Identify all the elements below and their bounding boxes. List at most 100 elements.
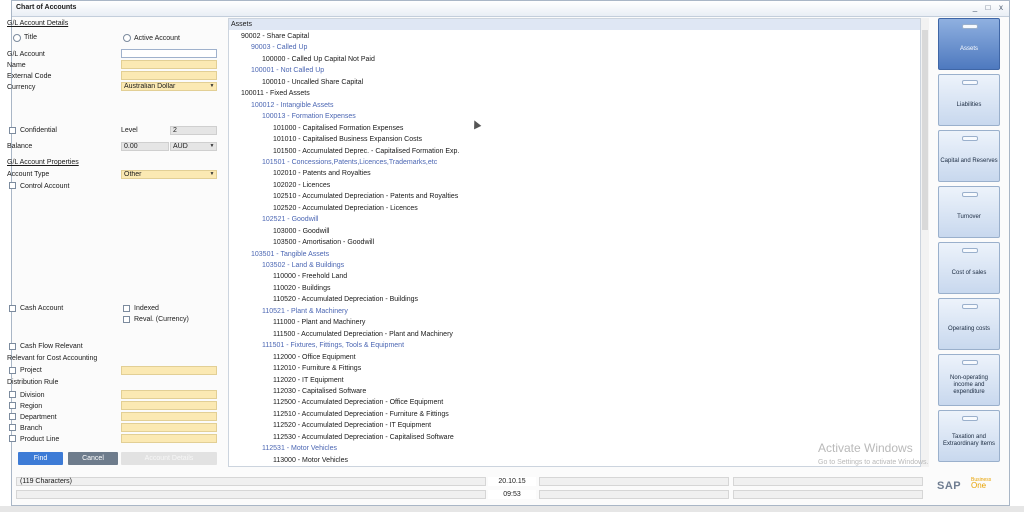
tree-title-node[interactable]: 110521 - Plant & Machinery xyxy=(262,308,348,315)
project-input[interactable] xyxy=(121,366,217,375)
logo-sub: Business One xyxy=(971,478,991,490)
minimize-icon[interactable]: _ xyxy=(971,3,979,12)
find-button[interactable]: Find xyxy=(18,452,63,465)
branch-checkbox[interactable] xyxy=(9,424,16,431)
tree-title-node[interactable]: 102521 - Goodwill xyxy=(262,216,318,223)
tree-account-node[interactable]: 103000 - Goodwill xyxy=(273,228,329,235)
tree-title-node[interactable]: 101501 - Concessions,Patents,Licences,Tr… xyxy=(262,159,437,166)
account-type-select[interactable]: Other ▼ xyxy=(121,170,217,179)
cash-account-checkbox[interactable] xyxy=(9,305,16,312)
cancel-button[interactable]: Cancel xyxy=(68,452,118,465)
status-field-1 xyxy=(539,477,729,486)
drawer-capital-and-reserves[interactable]: Capital and Reserves xyxy=(938,130,1000,182)
tree-title-node[interactable]: 100001 - Not Called Up xyxy=(251,67,324,74)
tree-account-node[interactable]: 112530 - Accumulated Depreciation - Capi… xyxy=(273,434,454,441)
window-title: Chart of Accounts xyxy=(16,4,77,11)
project-checkbox[interactable] xyxy=(9,367,16,374)
confidential-checkbox[interactable] xyxy=(9,127,16,134)
product-line-checkbox[interactable] xyxy=(9,435,16,442)
status-field-3 xyxy=(733,477,923,486)
tree-title-node[interactable]: 103501 - Tangible Assets xyxy=(251,251,329,258)
title-radio-label: Title xyxy=(24,34,37,41)
gl-account-input[interactable] xyxy=(121,49,217,58)
department-label: Department xyxy=(20,414,57,421)
drawer-operating-costs[interactable]: Operating costs xyxy=(938,298,1000,350)
tree-account-node[interactable]: 100011 - Fixed Assets xyxy=(241,90,310,97)
drawer-taxation-and-extraordinary-items[interactable]: Taxation and Extraordinary Items xyxy=(938,410,1000,462)
tree-account-node[interactable]: 101000 - Capitalised Formation Expenses xyxy=(273,125,403,132)
region-checkbox[interactable] xyxy=(9,402,16,409)
chevron-down-icon[interactable]: ▼ xyxy=(208,171,216,178)
tree-account-node[interactable]: 112010 - Furniture & Fittings xyxy=(273,365,361,372)
tree-account-node[interactable]: 101010 - Capitalised Business Expansion … xyxy=(273,136,422,143)
tree-account-node[interactable]: 112500 - Accumulated Depreciation - Offi… xyxy=(273,399,443,406)
chevron-down-icon[interactable]: ▼ xyxy=(208,83,216,90)
region-input[interactable] xyxy=(121,401,217,410)
close-icon[interactable]: x xyxy=(997,3,1005,12)
tree-title-node[interactable]: 90003 - Called Up xyxy=(251,44,307,51)
drawer-handle-icon xyxy=(962,360,978,365)
chevron-down-icon[interactable]: ▼ xyxy=(208,143,216,150)
drawer-assets[interactable]: Assets xyxy=(938,18,1000,70)
indexed-checkbox[interactable] xyxy=(123,305,130,312)
product-line-input[interactable] xyxy=(121,434,217,443)
tree-account-node[interactable]: 102510 - Accumulated Depreciation - Pate… xyxy=(273,193,458,200)
tree-account-node[interactable]: 112020 - IT Equipment xyxy=(273,377,344,384)
drawer-cost-of-sales[interactable]: Cost of sales xyxy=(938,242,1000,294)
tree-title-node[interactable]: 111501 - Fixtures, Fittings, Tools & Equ… xyxy=(262,342,404,349)
tree-account-node[interactable]: 100010 - Uncalled Share Capital xyxy=(262,79,363,86)
tree-account-node[interactable]: 112030 - Capitalised Software xyxy=(273,388,366,395)
tree-title-node[interactable]: 103502 - Land & Buildings xyxy=(262,262,344,269)
cash-flow-relevant-checkbox[interactable] xyxy=(9,343,16,350)
drawer-label: Non-operating income and expenditure xyxy=(949,374,989,395)
branch-label: Branch xyxy=(20,425,43,432)
maximize-icon[interactable]: □ xyxy=(984,3,992,12)
tree-account-node[interactable]: 110020 - Buildings xyxy=(273,285,330,292)
tree-account-node[interactable]: 112510 - Accumulated Depreciation - Furn… xyxy=(273,411,449,418)
tree-scrollbar[interactable] xyxy=(921,18,929,467)
tree-account-node[interactable]: 103500 - Amortisation - Goodwill xyxy=(273,239,374,246)
tree-account-node[interactable]: 102010 - Patents and Royalties xyxy=(273,170,371,177)
tree-account-node[interactable]: 101500 - Accumulated Deprec. - Capitalis… xyxy=(273,148,459,155)
tree-account-node[interactable]: 90002 - Share Capital xyxy=(241,33,309,40)
tree-account-node[interactable]: 102520 - Accumulated Depreciation - Lice… xyxy=(273,205,418,212)
title-radio[interactable] xyxy=(13,34,21,42)
name-input[interactable] xyxy=(121,60,217,69)
tree-title-node[interactable]: 100012 - Intangible Assets xyxy=(251,102,334,109)
drawer-handle-icon xyxy=(962,24,978,29)
currency-select[interactable]: Australian Dollar ▼ xyxy=(121,82,217,91)
balance-currency-value: AUD xyxy=(173,143,188,150)
control-account-checkbox[interactable] xyxy=(9,182,16,189)
product-line-label: Product Line xyxy=(20,436,60,443)
scrollbar-thumb[interactable] xyxy=(922,30,928,230)
reval-currency-checkbox[interactable] xyxy=(123,316,130,323)
gl-account-details-heading: G/L Account Details xyxy=(7,20,69,27)
division-checkbox[interactable] xyxy=(9,391,16,398)
account-details-panel: G/L Account Details Title Active Account… xyxy=(7,18,217,470)
department-checkbox[interactable] xyxy=(9,413,16,420)
drawer-non-operating-income-and-expenditure[interactable]: Non-operating income and expenditure xyxy=(938,354,1000,406)
tree-title-node[interactable]: 100013 - Formation Expenses xyxy=(262,113,356,120)
tree-account-node[interactable]: 113000 - Motor Vehicles xyxy=(273,457,348,464)
name-label: Name xyxy=(7,62,26,69)
branch-input[interactable] xyxy=(121,423,217,432)
account-tree[interactable]: Assets 90002 - Share Capital 90003 - Call… xyxy=(228,18,921,467)
external-code-input[interactable] xyxy=(121,71,217,80)
drawer-liabilities[interactable]: Liabilities xyxy=(938,74,1000,126)
cash-flow-relevant-label: Cash Flow Relevant xyxy=(20,343,83,350)
tree-account-node[interactable]: 112000 - Office Equipment xyxy=(273,354,356,361)
division-input[interactable] xyxy=(121,390,217,399)
department-input[interactable] xyxy=(121,412,217,421)
tree-account-node[interactable]: 110520 - Accumulated Depreciation - Buil… xyxy=(273,296,418,303)
tree-account-node[interactable]: 112520 - Accumulated Depreciation - IT E… xyxy=(273,422,431,429)
tree-title-node[interactable]: 112531 - Motor Vehicles xyxy=(262,445,337,452)
balance-currency-select[interactable]: AUD ▼ xyxy=(170,142,217,151)
tree-account-node[interactable]: 110000 - Freehold Land xyxy=(273,273,347,280)
tree-account-node[interactable]: 111500 - Accumulated Depreciation - Plan… xyxy=(273,331,453,338)
tree-account-node[interactable]: 102020 - Licences xyxy=(273,182,330,189)
drawer-turnover[interactable]: Turnover xyxy=(938,186,1000,238)
active-account-radio[interactable] xyxy=(123,34,131,42)
tree-account-node[interactable]: 111000 - Plant and Machinery xyxy=(273,319,365,326)
tree-account-node[interactable]: 100000 - Called Up Capital Not Paid xyxy=(262,56,375,63)
drawer-label: Taxation and Extraordinary Items xyxy=(942,434,996,447)
